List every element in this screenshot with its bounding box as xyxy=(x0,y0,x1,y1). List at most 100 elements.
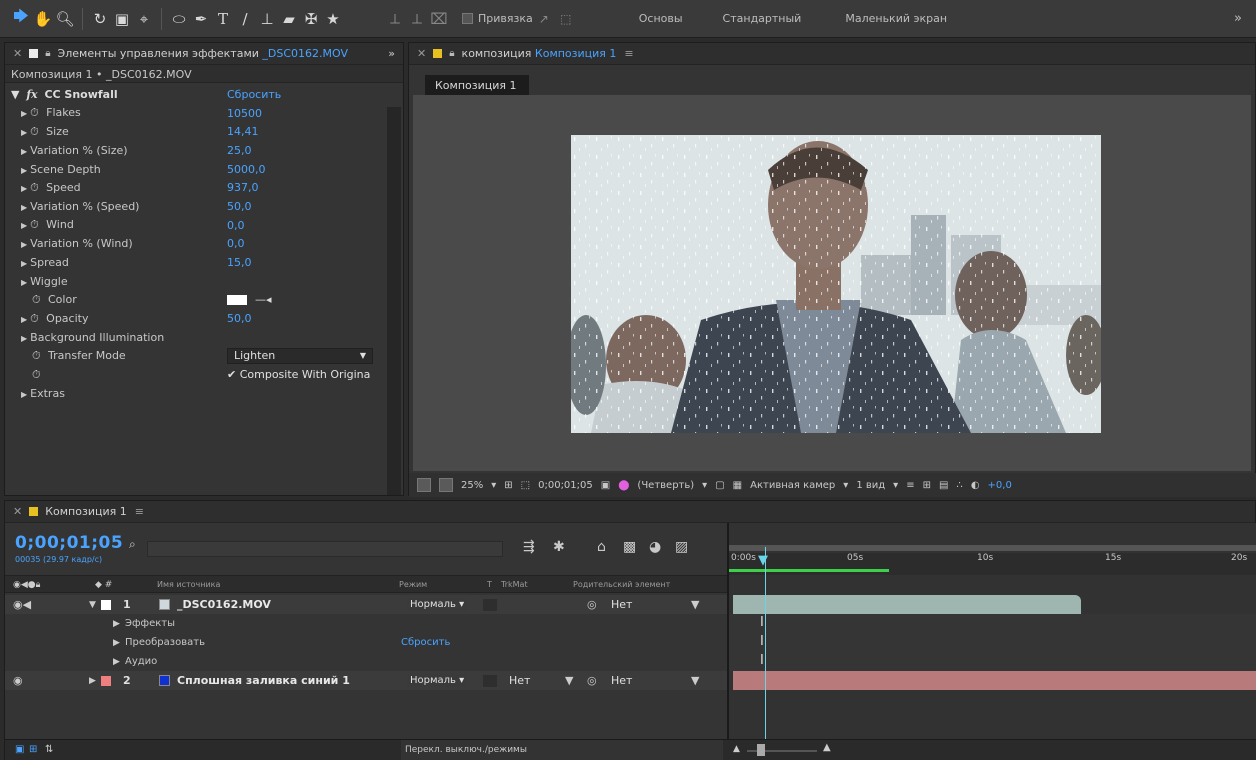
expand-arrow-icon[interactable]: ▶ xyxy=(21,278,27,287)
camera-dropdown[interactable]: Активная камер xyxy=(750,480,835,491)
reset-link[interactable]: Сбросить xyxy=(227,88,281,101)
property-row[interactable]: ▶ ⏱ Flakes 10500 xyxy=(11,104,397,123)
show-channel-icon[interactable]: ⬤ xyxy=(618,480,629,491)
timeline-tab[interactable]: Композиция 1 xyxy=(45,505,127,518)
keyframe-marker-icon[interactable]: I xyxy=(760,653,764,668)
property-row[interactable]: ▶ Scene Depth 5000,0 xyxy=(11,160,397,179)
exposure-icon[interactable]: ◐ xyxy=(971,480,980,491)
expand-arrow-icon[interactable]: ▶ xyxy=(113,657,120,667)
fx-icon[interactable]: fx xyxy=(26,88,37,101)
property-row[interactable]: ▶ Variation % (Size) 25,0 xyxy=(11,141,397,160)
expand-arrow-icon[interactable]: ▶ xyxy=(21,109,27,118)
expand-arrow-icon[interactable]: ▶ xyxy=(21,128,27,137)
zoom-in-icon[interactable]: ▲ xyxy=(823,742,831,753)
frame-blending-icon[interactable]: ▩ xyxy=(623,539,636,555)
timeline-timecode[interactable]: 0;00;01;05 xyxy=(15,533,123,553)
views-dropdown[interactable]: 1 вид xyxy=(856,480,885,491)
work-area-bar[interactable] xyxy=(729,545,1256,551)
panel-menu-icon[interactable]: ≡ xyxy=(624,47,633,60)
timeline-icon[interactable]: ▤ xyxy=(939,480,948,491)
expand-arrow-icon[interactable]: ▶ xyxy=(21,315,27,324)
av-features-icon[interactable]: ◉◀●🔒︎ xyxy=(13,580,40,590)
preserve-transparency-box[interactable] xyxy=(483,598,497,611)
resolution-dropdown-icon[interactable]: ▾ xyxy=(702,480,707,491)
parent-dropdown-icon[interactable]: ▼ xyxy=(691,674,699,687)
property-row[interactable]: ▶ ⏱ Speed 937,0 xyxy=(11,178,397,197)
mode-column[interactable]: Режим xyxy=(399,580,427,589)
visibility-icon[interactable]: ◉◀ xyxy=(13,598,31,611)
property-value[interactable]: 10500 xyxy=(227,107,262,120)
sub-row-audio[interactable]: ▶ Аудио xyxy=(5,652,727,671)
panel-menu-icon[interactable]: ≡ xyxy=(135,505,144,518)
property-value[interactable]: 0,0 xyxy=(227,237,245,250)
workspace-small-screen[interactable]: Маленький экран xyxy=(837,12,955,25)
property-value[interactable]: 5000,0 xyxy=(227,163,266,176)
composition-timecode[interactable]: 0;00;01;05 xyxy=(538,480,593,491)
current-time-indicator[interactable] xyxy=(765,547,766,753)
always-preview-icon[interactable] xyxy=(417,478,431,492)
layer-name[interactable]: Сплошная заливка синий 1 xyxy=(177,674,350,687)
eyedropper-icon[interactable]: —◂ xyxy=(255,293,272,306)
composition-tab[interactable]: Композиция 1 xyxy=(425,75,529,95)
expand-arrow-icon[interactable]: ▶ xyxy=(21,147,27,156)
property-row[interactable]: ⏱ ✔ Composite With Origina xyxy=(11,365,397,384)
close-icon[interactable]: ✕ xyxy=(13,47,22,60)
layer-row-2[interactable]: ◉ ▶ 2 Сплошная заливка синий 1 Нормаль ▾… xyxy=(5,671,727,690)
property-row[interactable]: ▶ ⏱ Opacity 50,0 xyxy=(11,309,397,328)
property-value[interactable]: 50,0 xyxy=(227,312,252,325)
property-row[interactable]: ▶ ⏱ Size 14,41 xyxy=(11,122,397,141)
pickwhip-icon[interactable]: ◎ xyxy=(587,598,597,611)
stopwatch-icon[interactable]: ⏱ xyxy=(30,125,46,139)
time-ruler[interactable]: 0:00s 05s 10s 15s 20s xyxy=(729,553,1256,575)
color-swatch[interactable] xyxy=(227,294,247,305)
text-tool-icon[interactable]: T xyxy=(212,8,234,30)
property-row[interactable]: ⏱ Color —◂ xyxy=(11,291,397,310)
layer-search-input[interactable] xyxy=(147,541,503,557)
mode-dropdown[interactable]: Нормаль ▾ xyxy=(407,674,468,687)
transfer-mode-dropdown[interactable]: Lighten ▼ xyxy=(227,347,373,364)
axis-world-icon[interactable]: ⟂ xyxy=(406,8,428,30)
axis-view-icon[interactable]: ⌧ xyxy=(428,8,450,30)
property-row[interactable]: ▶ Background Illumination xyxy=(11,328,397,347)
views-dropdown-icon[interactable]: ▾ xyxy=(893,480,898,491)
visibility-icon[interactable]: ◉ xyxy=(13,674,23,687)
property-value[interactable]: 50,0 xyxy=(227,200,252,213)
flowchart-icon[interactable]: ∴ xyxy=(956,480,962,491)
selection-tool-icon[interactable]: 🡆 xyxy=(10,7,32,30)
property-row[interactable]: ▶ Variation % (Wind) 0,0 xyxy=(11,235,397,254)
expand-arrow-icon[interactable]: ▶ xyxy=(21,240,27,249)
composite-checkbox[interactable]: ✔ Composite With Origina xyxy=(227,368,370,381)
effect-header-row[interactable]: ▼ fx CC Snowfall Сбросить xyxy=(11,85,397,104)
layer-name[interactable]: _DSC0162.MOV xyxy=(177,598,271,611)
zoom-tool-icon[interactable]: 🔍︎ xyxy=(54,8,76,30)
expand-arrow-icon[interactable]: ▶ xyxy=(21,166,27,175)
effect-controls-scrollbar[interactable] xyxy=(387,107,401,495)
expand-arrow-icon[interactable]: ▶ xyxy=(21,259,27,268)
playhead-handle-icon[interactable]: ▼ xyxy=(758,553,772,568)
brush-tool-icon[interactable]: ∕ xyxy=(234,8,256,30)
eraser-tool-icon[interactable]: ▰ xyxy=(278,8,300,30)
composition-viewer[interactable] xyxy=(413,95,1251,471)
toggle-pixel-aspect-icon[interactable]: ≡ xyxy=(906,480,914,491)
property-value[interactable]: 15,0 xyxy=(227,256,252,269)
effect-controls-file[interactable]: _DSC0162.MOV xyxy=(262,47,348,60)
stopwatch-icon[interactable]: ⏱ xyxy=(32,349,48,363)
parent-value[interactable]: Нет xyxy=(611,674,632,687)
mask-visibility-icon[interactable]: ⬚ xyxy=(521,480,530,491)
motion-blur-icon[interactable]: ◕ xyxy=(649,539,661,555)
draft-3d-icon[interactable]: ✱ xyxy=(553,539,565,555)
lock-icon[interactable]: 🔒︎ xyxy=(449,48,454,59)
property-row[interactable]: ▶ Wiggle xyxy=(11,272,397,291)
property-value[interactable]: 25,0 xyxy=(227,144,252,157)
property-row[interactable]: ▶ Variation % (Speed) 50,0 xyxy=(11,197,397,216)
comp-flowchart-icon[interactable]: ▣ xyxy=(15,744,24,755)
workspace-basics[interactable]: Основы xyxy=(631,12,691,25)
property-row[interactable]: ▶ Extras xyxy=(11,384,397,403)
t-column[interactable]: T xyxy=(487,580,492,589)
layer-row-1[interactable]: ◉◀ ▼ 1 _DSC0162.MOV Нормаль ▾ ◎ Нет ▼ xyxy=(5,595,727,614)
label-column-icon[interactable]: ◆ # xyxy=(95,580,112,590)
layer-label-color[interactable] xyxy=(101,675,111,686)
layer-expand-icon[interactable]: ▼ xyxy=(89,600,96,610)
trkmat-column[interactable]: TrkMat xyxy=(501,580,528,589)
expand-arrow-icon[interactable]: ▶ xyxy=(21,203,27,212)
